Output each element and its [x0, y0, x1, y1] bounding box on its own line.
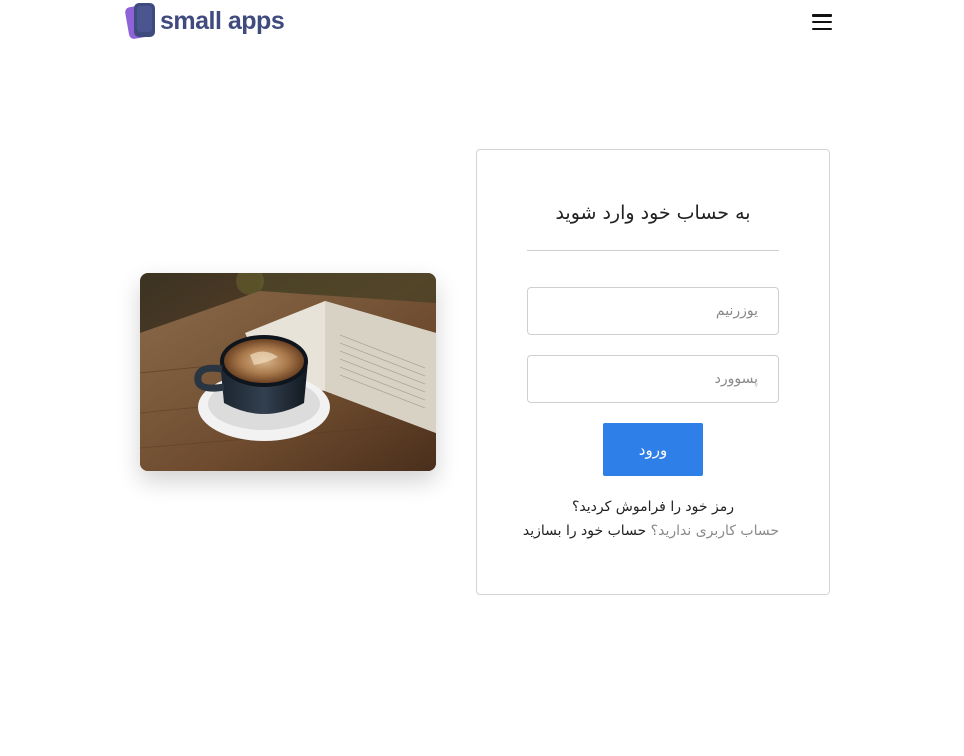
login-button[interactable]: ورود [603, 423, 703, 476]
phone-logo-icon [124, 3, 158, 40]
login-card: به حساب خود وارد شوید ورود رمز خود را فر… [476, 149, 830, 595]
brand-logo[interactable]: small apps [124, 3, 285, 40]
title-divider [527, 250, 779, 251]
coffee-book-image [140, 273, 436, 471]
signup-prompt: حساب کاربری ندارید؟ حساب خود را بسازید [523, 523, 779, 539]
no-account-text: حساب کاربری ندارید؟ [646, 523, 779, 539]
signup-link[interactable]: حساب خود را بسازید [523, 523, 646, 539]
username-input[interactable] [527, 287, 779, 335]
login-page: small apps به حساب خود وارد شوید یوزرنیم… [0, 0, 964, 756]
hamburger-menu-icon[interactable] [812, 14, 832, 30]
forgot-password-link[interactable]: رمز خود را فراموش کردید؟ [477, 499, 829, 515]
password-input[interactable] [527, 355, 779, 403]
brand-name: small apps [160, 6, 285, 35]
login-title: به حساب خود وارد شوید [555, 202, 751, 224]
